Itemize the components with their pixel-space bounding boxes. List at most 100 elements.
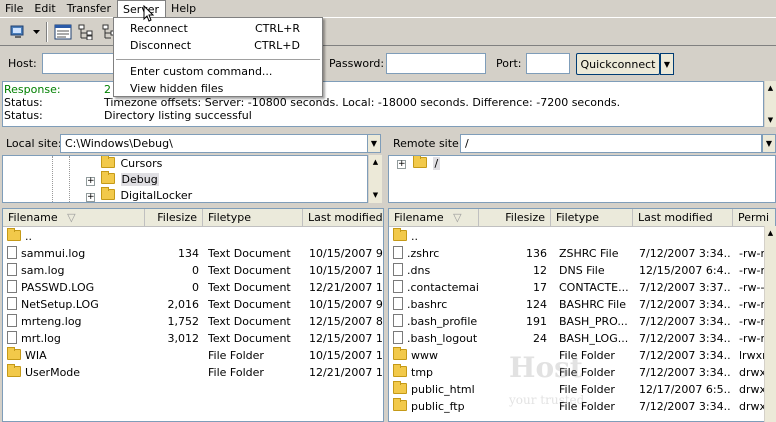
menu-help[interactable]: Help (166, 0, 202, 17)
quickconnect-button[interactable]: Quickconnect (576, 53, 660, 75)
expand-icon[interactable]: + (397, 160, 406, 169)
file-type: CONTACTE... (559, 281, 629, 294)
local-file-row[interactable]: UserMode File Folder 12/21/2007 10: (3, 364, 383, 381)
tree-item-label: Debug (120, 173, 159, 186)
local-file-row[interactable]: PASSWD.LOG 0 Text Document 12/21/2007 10: (3, 279, 383, 296)
remote-col-filetype[interactable]: Filetype (551, 209, 633, 227)
file-name-text: .contactemail (407, 281, 479, 294)
local-file-row[interactable]: mrteng.log 1,752 Text Document 12/15/2007 8… (3, 313, 383, 330)
tree-item-debug[interactable]: Debug (101, 171, 159, 188)
local-tree: Cursors + Debug + DigitalLocker (2, 155, 368, 203)
remote-list-scrollbar[interactable]: ▲ (764, 226, 776, 422)
local-tree-scrollbar[interactable]: ▲ ▼ (368, 155, 382, 203)
remote-file-row[interactable]: .bash_logout 24 BASH_LOG... 7/12/2007 3:34.… (389, 330, 775, 347)
scroll-up-icon[interactable]: ▲ (369, 155, 382, 169)
folder-icon (393, 364, 407, 377)
log-label: Status: (4, 96, 43, 109)
scroll-down-icon[interactable]: ▼ (369, 188, 382, 202)
log-label: Response: (4, 83, 61, 96)
file-name: public_ftp (393, 398, 479, 415)
local-col-modified[interactable]: Last modified (303, 209, 383, 227)
menu-item-disconnect[interactable]: Disconnect CTRL+D (114, 37, 322, 54)
file-type: File Folder (208, 366, 264, 379)
local-col-filename[interactable]: Filename ▽ (3, 209, 145, 227)
password-label: Password: (329, 57, 385, 70)
remote-col-filesize[interactable]: Filesize (479, 209, 551, 227)
menu-edit[interactable]: Edit (29, 0, 61, 17)
local-path-input[interactable]: C:\Windows\Debug\ (60, 134, 368, 153)
file-size: 124 (526, 298, 547, 311)
file-size: 136 (526, 247, 547, 260)
remote-file-row[interactable]: .zshrc 136 ZSHRC File 7/12/2007 3:34... -rw-… (389, 245, 775, 262)
tree-item-cursors[interactable]: Cursors (101, 156, 162, 172)
local-file-row[interactable]: WIA File Folder 10/15/2007 12: (3, 347, 383, 364)
log-scrollbar[interactable]: ▲ ▼ (764, 81, 776, 127)
menu-item-accelerator: CTRL+D (254, 39, 300, 52)
expand-icon[interactable]: + (86, 177, 95, 186)
file-name: mrteng.log (7, 313, 145, 330)
remote-col-filename[interactable]: Filename ▽ (389, 209, 479, 227)
file-type: Text Document (208, 298, 291, 311)
tree-item-root[interactable]: / (413, 156, 441, 172)
remote-file-row[interactable]: .bashrc 124 BASHRC File 7/12/2007 3:34... -r… (389, 296, 775, 313)
site-manager-icon[interactable] (8, 22, 30, 42)
scroll-up-icon[interactable]: ▲ (765, 226, 776, 240)
password-input[interactable] (386, 53, 486, 74)
local-file-row[interactable]: .. (3, 228, 383, 245)
local-path-dropdown[interactable]: ▼ (367, 134, 381, 153)
watermark-brand: Host (509, 351, 583, 384)
menu-item-label: Enter custom command... (130, 65, 273, 78)
quickconnect-history-button[interactable]: ▼ (660, 53, 674, 75)
local-col-filetype[interactable]: Filetype (203, 209, 303, 227)
scroll-down-icon[interactable]: ▼ (765, 113, 776, 127)
column-label: Filename (394, 211, 444, 224)
file-icon (393, 297, 403, 310)
scroll-up-icon[interactable]: ▲ (765, 81, 776, 95)
file-name-text: public_ftp (411, 400, 465, 413)
local-tree-icon[interactable] (76, 22, 98, 42)
menu-item-label: Disconnect (130, 39, 192, 52)
menu-bar: File Edit Transfer Server Help (0, 0, 776, 17)
file-name-text: UserMode (25, 366, 81, 379)
file-type: ZSHRC File (559, 247, 619, 260)
remote-file-row[interactable]: .. (389, 228, 775, 245)
local-file-row[interactable]: sam.log 0 Text Document 10/15/2007 12: (3, 262, 383, 279)
menu-item-custom-command[interactable]: Enter custom command... (114, 63, 322, 80)
menu-file[interactable]: File (0, 0, 29, 17)
expand-icon[interactable]: + (86, 193, 95, 202)
file-modified: 7/12/2007 3:34... (639, 332, 731, 345)
chevron-down-icon[interactable] (30, 22, 42, 42)
file-modified: 12/15/2007 12: (309, 332, 383, 345)
file-icon (393, 314, 403, 327)
remote-file-row[interactable]: .dns 12 DNS File 12/15/2007 6:4... -rw-r (389, 262, 775, 279)
log-label: Status: (4, 109, 43, 122)
file-name-text: sammui.log (21, 247, 86, 260)
remote-file-row[interactable]: .bash_profile 191 BASH_PRO... 7/12/2007 3:3… (389, 313, 775, 330)
file-name: sammui.log (7, 245, 145, 262)
file-modified: 7/12/2007 3:34... (639, 298, 731, 311)
port-input[interactable] (526, 53, 570, 74)
remote-path-input[interactable]: / (460, 134, 762, 153)
local-file-row[interactable]: NetSetup.LOG 2,016 Text Document 10/15/2007… (3, 296, 383, 313)
message-log-icon[interactable] (52, 22, 74, 42)
local-file-row[interactable]: sammui.log 134 Text Document 10/15/2007 9:2 (3, 245, 383, 262)
local-file-row[interactable]: mrt.log 3,012 Text Document 12/15/2007 12: (3, 330, 383, 347)
file-modified: 10/15/2007 9:2 (309, 247, 383, 260)
remote-file-row[interactable]: .contactemail 17 CONTACTE... 7/12/2007 3:37… (389, 279, 775, 296)
mouse-pointer-icon (143, 5, 155, 22)
menu-server[interactable]: Server (116, 0, 167, 17)
file-name: WIA (7, 347, 145, 364)
file-name: .zshrc (393, 245, 479, 262)
file-icon (7, 314, 17, 327)
menu-item-view-hidden-files[interactable]: View hidden files (114, 80, 322, 97)
local-col-filesize[interactable]: Filesize (145, 209, 203, 227)
remote-path-dropdown[interactable]: ▼ (762, 134, 776, 153)
remote-col-modified[interactable]: Last modified (633, 209, 733, 227)
tree-item-digitallocker[interactable]: DigitalLocker (101, 187, 192, 202)
file-name: .bash_profile (393, 313, 479, 330)
file-name-text: PASSWD.LOG (21, 281, 95, 294)
remote-col-permissions[interactable]: Permi (733, 209, 775, 227)
file-type: Text Document (208, 281, 291, 294)
file-size: 3,012 (167, 332, 200, 345)
menu-transfer[interactable]: Transfer (62, 0, 117, 17)
